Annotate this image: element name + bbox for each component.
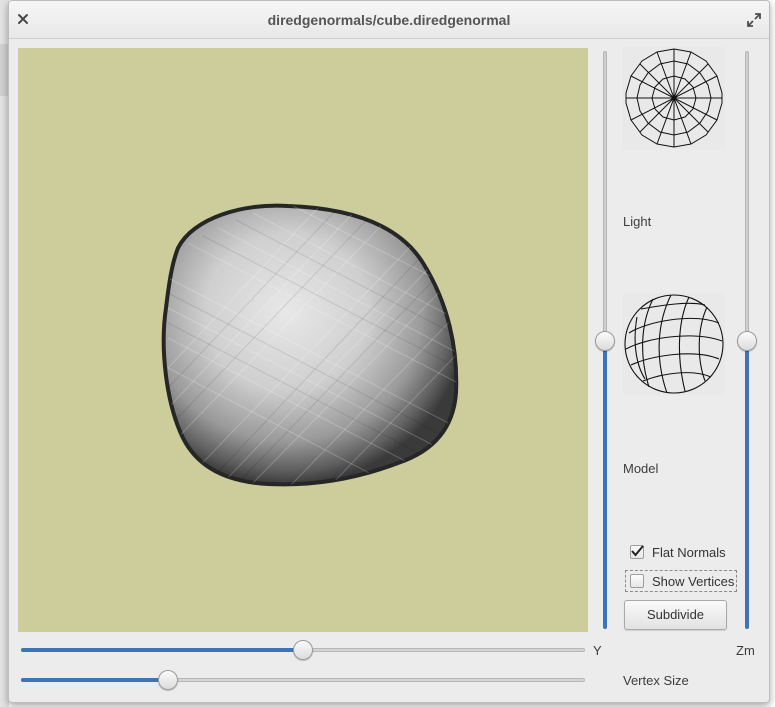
vertex-size-slider[interactable] (21, 669, 585, 691)
model-wireframe-sphere (624, 294, 724, 394)
light-wireframe-sphere (625, 48, 723, 148)
model-label: Model (623, 461, 659, 476)
light-label: Light (623, 214, 652, 229)
rendered-model (161, 203, 459, 487)
y-slider[interactable] (21, 639, 585, 661)
light-sphere-preview[interactable] (623, 47, 725, 149)
slider-track (603, 51, 607, 340)
slider-fill (603, 340, 607, 629)
slider-fill (745, 340, 749, 629)
app-window: diredgenormals/cube.diredgenormal Light … (8, 0, 770, 703)
close-icon (18, 14, 28, 24)
flat-normals-box[interactable] (630, 545, 644, 559)
flat-normals-checkbox[interactable]: Flat Normals (626, 542, 726, 562)
slider-handle[interactable] (293, 640, 313, 660)
slider-track (745, 51, 749, 340)
title-bar: diredgenormals/cube.diredgenormal (9, 1, 769, 39)
y-slider-label: Y (593, 643, 602, 658)
check-icon (631, 545, 644, 557)
show-vertices-box[interactable] (630, 574, 644, 588)
slider-fill (21, 648, 303, 652)
slider-handle[interactable] (158, 670, 178, 690)
model-sphere-preview[interactable] (623, 293, 725, 395)
maximize-icon (747, 13, 761, 27)
window-title: diredgenormals/cube.diredgenormal (267, 12, 511, 28)
slider-handle[interactable] (737, 331, 757, 351)
zm-slider[interactable] (735, 51, 759, 631)
zm-slider-label: Zm (736, 643, 755, 658)
render-viewport[interactable] (18, 48, 588, 632)
flat-normals-label: Flat Normals (652, 544, 726, 560)
vertex-size-label: Vertex Size (623, 673, 689, 688)
slider-handle[interactable] (595, 331, 615, 351)
light-vertical-slider[interactable] (593, 51, 617, 631)
maximize-button[interactable] (745, 12, 763, 28)
subdivide-button[interactable]: Subdivide (624, 600, 727, 630)
show-vertices-checkbox[interactable]: Show Vertices (624, 570, 738, 592)
close-button[interactable] (14, 10, 32, 28)
show-vertices-label: Show Vertices (652, 573, 735, 589)
slider-fill (21, 678, 167, 682)
